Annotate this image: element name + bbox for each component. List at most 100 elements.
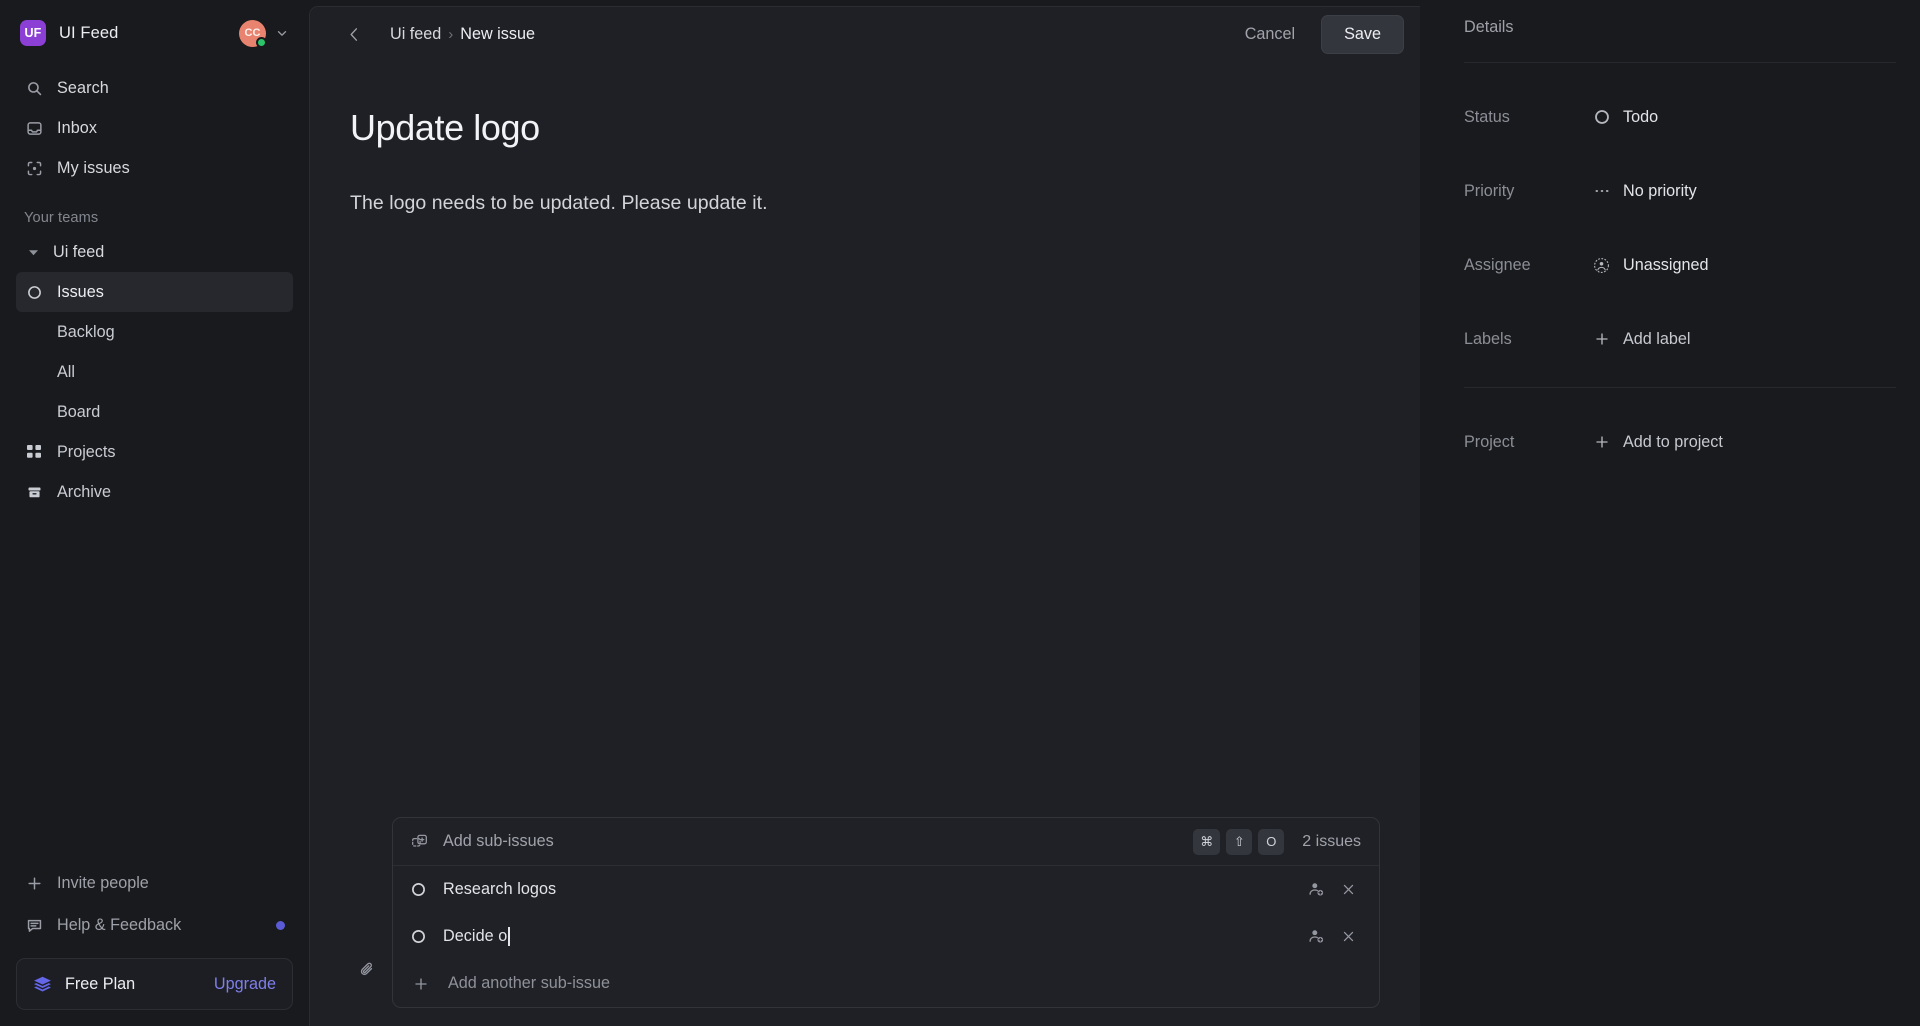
status-value: Todo [1623,107,1659,126]
sidebar-footer: Invite people Help & Feedback Free Plan … [0,862,309,1026]
breadcrumb-separator: › [448,26,454,43]
status-todo-icon[interactable] [411,929,426,944]
help-feedback-button[interactable]: Help & Feedback [16,904,293,946]
detail-label: Assignee [1464,255,1531,274]
workspace-name: UI Feed [59,23,119,42]
grid-icon [24,445,44,459]
issue-description-input[interactable]: The logo needs to be updated. Please upd… [310,189,1420,218]
sub-issues-header[interactable]: Add sub-issues ⌘ ⇧ O 2 issues [393,818,1379,866]
assignee-selector[interactable]: Unassigned [1584,250,1719,281]
main-inner: Ui feed › New issue Cancel Save Update l… [309,6,1420,1026]
plus-icon [411,976,431,992]
divider [1464,387,1896,388]
breadcrumb: Ui feed › New issue [390,25,535,44]
sidebar-item-label: Board [57,402,101,421]
user-circle-icon [1592,257,1611,274]
detail-label: Priority [1464,181,1515,200]
sidebar-item-archive[interactable]: Archive [16,472,293,512]
sidebar-item-search[interactable]: Search [16,68,293,108]
shortcut-key-cmd: ⌘ [1193,828,1221,855]
topbar: Ui feed › New issue Cancel Save [310,7,1420,62]
sidebar-section-your-teams: Your teams [24,210,99,226]
upgrade-link[interactable]: Upgrade [214,975,276,994]
caret-down-icon[interactable] [24,248,42,257]
sub-issue-icon [411,833,429,851]
sub-issue-row[interactable]: Decide o [393,913,1379,960]
inbox-icon [24,118,44,138]
workspace-switcher[interactable]: UF UI Feed CC [16,14,293,52]
archive-icon [24,485,44,500]
sub-issue-title-input[interactable]: Decide o [443,927,507,946]
editor-spacer [310,218,1420,817]
status-selector[interactable]: Todo [1584,102,1668,133]
priority-none-icon [1592,183,1611,199]
status-todo-icon [1592,109,1611,125]
sidebar: UF UI Feed CC Search Inbox My issues You… [0,0,309,1026]
assign-user-icon[interactable] [1303,924,1329,950]
invite-people-button[interactable]: Invite people [16,862,293,904]
plus-icon [1592,331,1611,347]
assign-user-icon[interactable] [1303,877,1329,903]
sidebar-item-label: Projects [57,442,116,461]
sidebar-item-all[interactable]: All [16,352,293,392]
sidebar-item-issues[interactable]: Issues [16,272,293,312]
sidebar-item-board[interactable]: Board [16,392,293,432]
circle-icon [24,285,44,300]
details-heading: Details [1464,18,1514,36]
add-another-sub-issue-label: Add another sub-issue [448,974,610,992]
add-label-button[interactable]: Add label [1584,324,1701,355]
detail-row-assignee: Assignee Unassigned [1442,245,1896,285]
sidebar-item-label: Search [57,78,109,97]
attachment-icon[interactable] [350,952,384,986]
chevron-down-icon[interactable] [275,26,289,40]
sidebar-flex-spacer [0,512,309,862]
plan-card[interactable]: Free Plan Upgrade [16,958,293,1010]
back-button[interactable] [338,19,370,51]
sidebar-item-label: All [57,362,75,381]
detail-label: Labels [1464,329,1512,348]
add-label-text: Add label [1623,329,1691,348]
priority-selector[interactable]: No priority [1584,176,1707,207]
sidebar-item-label: My issues [57,158,130,177]
sub-issues-card: Add sub-issues ⌘ ⇧ O 2 issues Research l… [392,817,1380,1008]
detail-label: Status [1464,107,1510,126]
divider [1464,62,1896,63]
status-todo-icon[interactable] [411,882,426,897]
breadcrumb-team[interactable]: Ui feed [390,25,441,44]
add-another-sub-issue-button[interactable]: Add another sub-issue [393,960,1379,1007]
sidebar-item-my-issues[interactable]: My issues [16,148,293,188]
sidebar-item-label: Archive [57,482,111,501]
sidebar-item-backlog[interactable]: Backlog [16,312,293,352]
remove-sub-issue-icon[interactable] [1335,924,1361,950]
notification-badge [276,920,285,930]
cancel-button[interactable]: Cancel [1231,17,1309,52]
remove-sub-issue-icon[interactable] [1335,877,1361,903]
app-root: UF UI Feed CC Search Inbox My issues You… [0,0,1920,1026]
sidebar-item-inbox[interactable]: Inbox [16,108,293,148]
sidebar-item-projects[interactable]: Projects [16,432,293,472]
avatar[interactable]: CC [239,19,267,48]
add-to-project-text: Add to project [1623,432,1723,451]
sidebar-team-ui-feed[interactable]: Ui feed [16,232,293,272]
priority-value: No priority [1623,181,1697,200]
shortcut-key-shift: ⇧ [1226,828,1253,855]
details-panel: Details Status Todo Priority No priority… [1420,0,1920,1026]
sub-issue-title[interactable]: Research logos [443,880,556,899]
invite-people-label: Invite people [57,873,149,892]
issue-title-input[interactable]: Update logo [310,108,1420,148]
chat-icon [24,915,44,935]
detail-row-status: Status Todo [1442,97,1896,137]
primary-nav: Search Inbox My issues [0,58,309,188]
sub-issues-placeholder: Add sub-issues [443,832,554,850]
detail-row-project: Project Add to project [1442,422,1896,462]
issue-editor: Update logo The logo needs to be updated… [310,62,1420,1026]
sub-issue-row[interactable]: Research logos [393,866,1379,913]
sub-issues-count: 2 issues [1302,832,1361,850]
shortcut-key-o: O [1258,828,1285,855]
add-to-project-button[interactable]: Add to project [1584,427,1733,458]
plus-icon [24,873,44,893]
save-button[interactable]: Save [1321,15,1404,54]
main-panel: Ui feed › New issue Cancel Save Update l… [309,0,1420,1026]
help-feedback-label: Help & Feedback [57,915,182,934]
sidebar-item-label: Inbox [57,118,98,137]
